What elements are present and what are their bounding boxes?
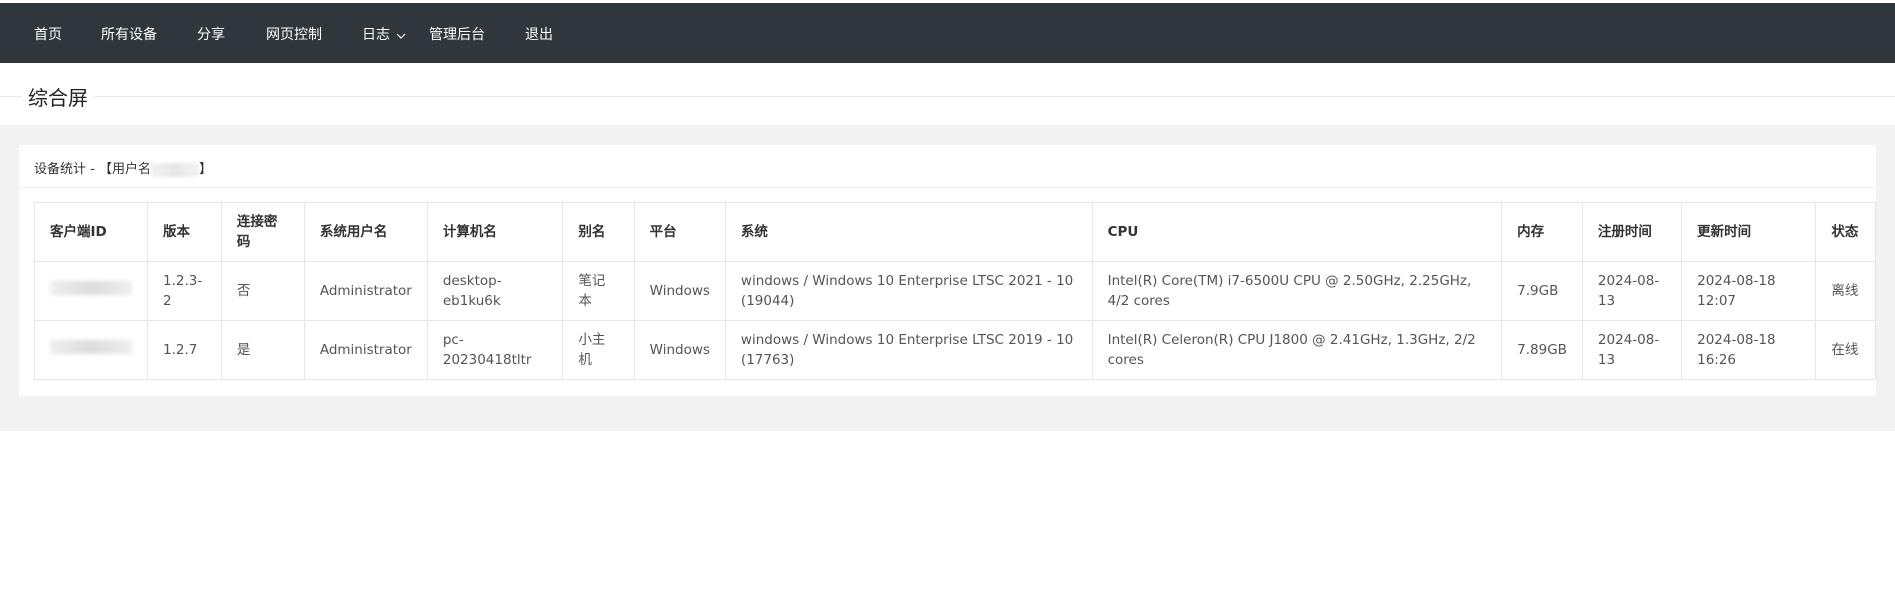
- redacted-client-id: [50, 281, 132, 295]
- cell-memory: 7.89GB: [1501, 320, 1583, 380]
- top-navbar: 首页 所有设备 分享 网页控制 日志 管理后台 退出: [0, 3, 1895, 63]
- col-updated: 更新时间: [1681, 202, 1817, 262]
- cell-status: 在线: [1815, 320, 1876, 380]
- device-stats-card: 设备统计 - 【用户名 】 客户端ID 版本 连接密码 系统用户名 计算机名 别名…: [19, 145, 1876, 396]
- col-client-id: 客户端ID: [34, 202, 148, 262]
- card-title-suffix: 】: [198, 162, 212, 177]
- table-row: 1.2.7 是 Administrator pc-20230418tltr 小主…: [34, 320, 1876, 380]
- col-system-user: 系统用户名: [303, 202, 428, 262]
- col-status: 状态: [1815, 202, 1876, 262]
- nav-admin[interactable]: 管理后台: [429, 24, 485, 44]
- cell-system: windows / Windows 10 Enterprise LTSC 201…: [724, 320, 1093, 380]
- cell-client-id: [34, 320, 148, 380]
- col-platform: 平台: [633, 202, 726, 262]
- cell-system: windows / Windows 10 Enterprise LTSC 202…: [724, 261, 1093, 321]
- redacted-client-id: [50, 340, 132, 354]
- table-header-row: 客户端ID 版本 连接密码 系统用户名 计算机名 别名 平台 系统 CPU 内存…: [34, 202, 1876, 262]
- col-cpu: CPU: [1091, 202, 1503, 262]
- cell-platform: Windows: [633, 261, 726, 321]
- card-title-prefix: 设备统计 - 【用户名: [34, 162, 151, 177]
- cell-updated: 2024-08-18 16:26: [1681, 320, 1817, 380]
- cell-client-id: [34, 261, 148, 321]
- cell-version: 1.2.3-2: [147, 261, 222, 321]
- nav-web-control[interactable]: 网页控制: [266, 24, 322, 44]
- title-divider: [0, 96, 1895, 97]
- nav-home[interactable]: 首页: [34, 24, 62, 44]
- nav-logs-label: 日志: [362, 27, 390, 43]
- nav-logout[interactable]: 退出: [525, 24, 553, 44]
- chevron-down-icon: [396, 27, 406, 43]
- cell-platform: Windows: [633, 320, 726, 380]
- cell-status: 离线: [1815, 261, 1876, 321]
- cell-version: 1.2.7: [147, 320, 222, 380]
- redacted-username: [150, 162, 199, 177]
- nav-logs[interactable]: 日志: [362, 24, 406, 44]
- cell-memory: 7.9GB: [1501, 261, 1583, 321]
- col-system: 系统: [724, 202, 1093, 262]
- cell-registered: 2024-08-13: [1581, 320, 1683, 380]
- page-title: 综合屏: [22, 82, 94, 111]
- nav-share[interactable]: 分享: [197, 24, 225, 44]
- col-password: 连接密码: [220, 202, 305, 262]
- cell-system-user: Administrator: [303, 320, 428, 380]
- cell-alias: 笔记本: [562, 261, 635, 321]
- col-alias: 别名: [562, 202, 635, 262]
- col-registered: 注册时间: [1581, 202, 1683, 262]
- cell-password: 否: [220, 261, 305, 321]
- cell-updated: 2024-08-18 12:07: [1681, 261, 1817, 321]
- device-table: 客户端ID 版本 连接密码 系统用户名 计算机名 别名 平台 系统 CPU 内存…: [34, 202, 1876, 380]
- cell-cpu: Intel(R) Celeron(R) CPU J1800 @ 2.41GHz,…: [1091, 320, 1503, 380]
- cell-alias: 小主机: [562, 320, 635, 380]
- nav-all-devices[interactable]: 所有设备: [101, 24, 157, 44]
- table-row: 1.2.3-2 否 Administrator desktop-eb1ku6k …: [34, 261, 1876, 321]
- col-memory: 内存: [1501, 202, 1583, 262]
- title-row: [0, 63, 1895, 125]
- card-title: 设备统计 - 【用户名 】: [34, 158, 212, 177]
- card-header: 设备统计 - 【用户名 】: [19, 145, 1876, 188]
- cell-cpu: Intel(R) Core(TM) i7-6500U CPU @ 2.50GHz…: [1091, 261, 1503, 321]
- col-version: 版本: [147, 202, 222, 262]
- cell-password: 是: [220, 320, 305, 380]
- col-computer-name: 计算机名: [426, 202, 564, 262]
- cell-registered: 2024-08-13: [1581, 261, 1683, 321]
- cell-computer-name: desktop-eb1ku6k: [426, 261, 564, 321]
- cell-system-user: Administrator: [303, 261, 428, 321]
- cell-computer-name: pc-20230418tltr: [426, 320, 564, 380]
